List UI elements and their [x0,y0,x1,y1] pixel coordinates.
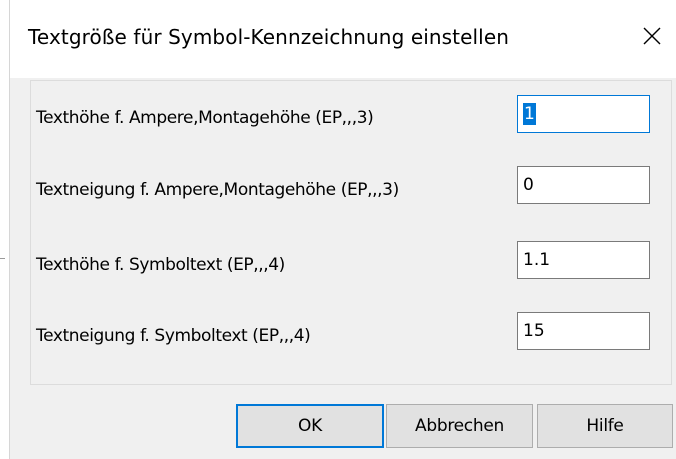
label-textneigung-symboltext: Textneigung f. Symboltext (EP,,,4) [36,326,311,346]
dialog-title: Textgröße für Symbol-Kennzeichnung einst… [28,25,510,49]
input-textneigung-ampere[interactable]: 0 [517,166,650,204]
help-button[interactable]: Hilfe [537,404,673,448]
input-value: 1.1 [523,250,551,270]
label-textneigung-ampere: Textneigung f. Ampere,Montagehöhe (EP,,,… [36,180,399,200]
close-icon [643,27,661,45]
input-value: 15 [523,321,545,341]
input-textneigung-symboltext[interactable]: 15 [517,312,650,350]
close-button[interactable] [634,18,670,54]
ok-button[interactable]: OK [236,404,384,448]
input-value: 0 [523,175,534,195]
label-texthoehe-symboltext: Texthöhe f. Symboltext (EP,,,4) [36,255,285,275]
input-value-selected: 1 [523,103,536,125]
dialog-titlebar: Textgröße für Symbol-Kennzeichnung einst… [10,0,676,78]
input-texthoehe-ampere[interactable]: 1 [517,95,650,133]
input-texthoehe-symboltext[interactable]: 1.1 [517,241,650,279]
label-texthoehe-ampere: Texthöhe f. Ampere,Montagehöhe (EP,,,3) [36,108,374,128]
cancel-button[interactable]: Abbrechen [386,404,533,448]
background-tick [0,258,5,259]
background-window-edge [0,0,10,459]
